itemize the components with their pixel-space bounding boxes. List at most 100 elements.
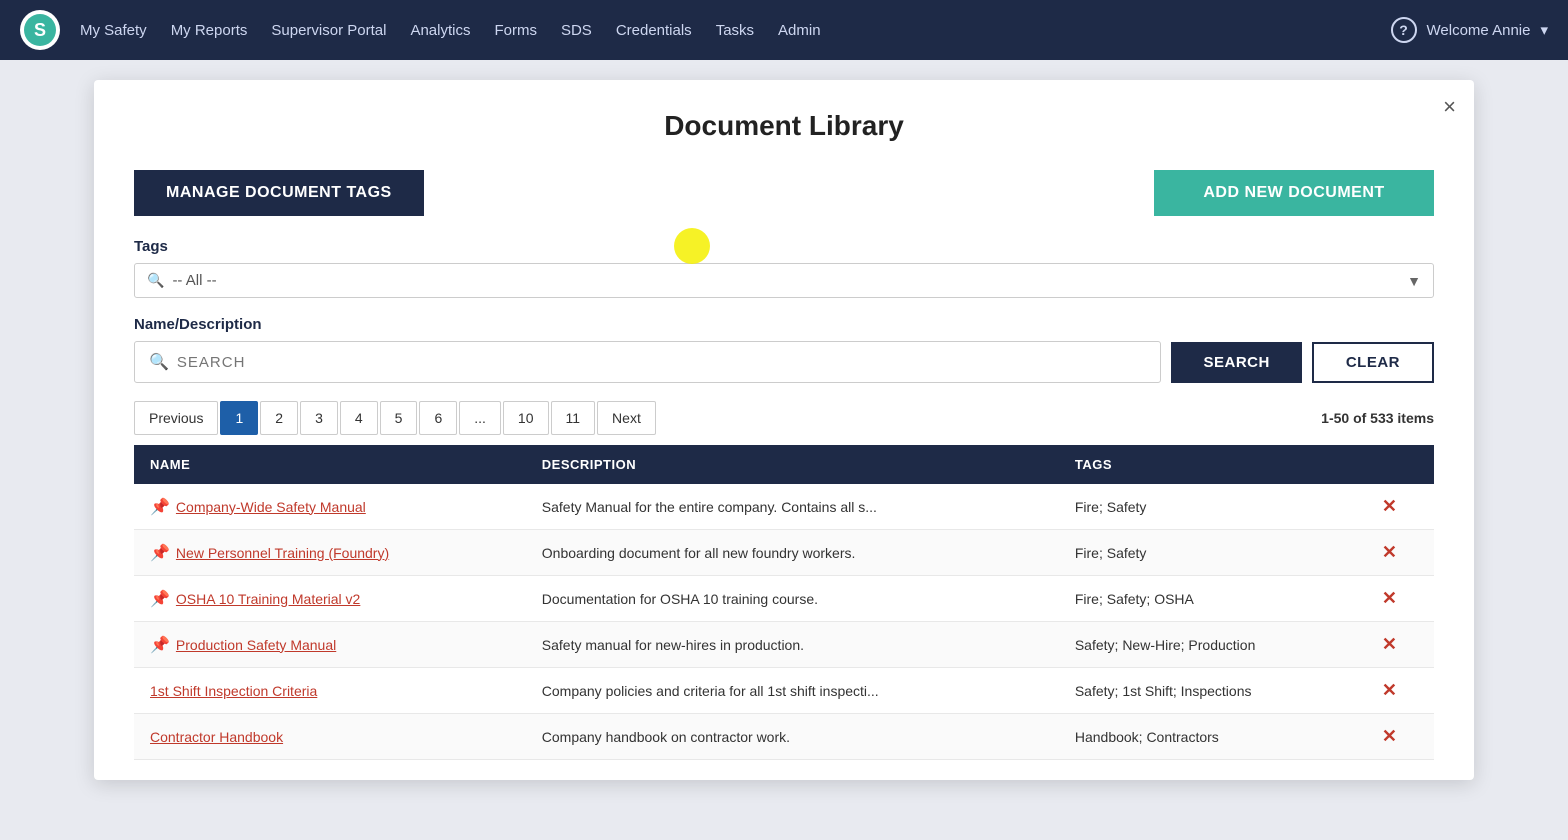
cell-delete: ✕ xyxy=(1366,484,1434,530)
clear-button[interactable]: CLEAR xyxy=(1312,342,1434,383)
document-name-link[interactable]: Contractor Handbook xyxy=(150,729,283,745)
table-header-row: NAME DESCRIPTION TAGS xyxy=(134,445,1434,484)
delete-document-button[interactable]: ✕ xyxy=(1382,634,1397,655)
pagination-page-11[interactable]: 11 xyxy=(551,401,596,435)
nav-my-reports[interactable]: My Reports xyxy=(171,22,248,39)
table-row: 📌OSHA 10 Training Material v2Documentati… xyxy=(134,576,1434,622)
table-row: Contractor Handbook Company handbook on c… xyxy=(134,714,1434,760)
nav-links: My Safety My Reports Supervisor Portal A… xyxy=(80,22,1391,39)
pagination-next[interactable]: Next xyxy=(597,401,656,435)
modal-close-button[interactable]: × xyxy=(1443,94,1456,120)
search-row: 🔍 SEARCH CLEAR xyxy=(134,341,1434,383)
table-row: 📌 Production Safety Manual Safety manual f… xyxy=(134,622,1434,668)
cell-description: Company handbook on contractor work. xyxy=(526,714,1059,760)
modal-title: Document Library xyxy=(134,110,1434,142)
nav-tasks[interactable]: Tasks xyxy=(716,22,754,39)
navigation: S My Safety My Reports Supervisor Portal… xyxy=(0,0,1568,60)
nav-forms[interactable]: Forms xyxy=(494,22,537,39)
pagination-page-10[interactable]: 10 xyxy=(503,401,549,435)
delete-document-button[interactable]: ✕ xyxy=(1382,542,1397,563)
user-dropdown-icon[interactable]: ▾ xyxy=(1540,21,1548,39)
pagination-page-2[interactable]: 2 xyxy=(260,401,298,435)
top-action-buttons: MANAGE DOCUMENT TAGS ADD NEW DOCUMENT xyxy=(134,170,1434,216)
cell-name: Contractor Handbook xyxy=(134,714,526,760)
pagination-page-1[interactable]: 1 xyxy=(220,401,258,435)
col-actions xyxy=(1366,445,1434,484)
cell-name: 📌 New Personnel Training (Foundry) xyxy=(134,530,526,576)
cell-tags: Handbook; Contractors xyxy=(1059,714,1366,760)
document-pin-icon: 📌 xyxy=(150,543,170,563)
nav-my-safety[interactable]: My Safety xyxy=(80,22,147,39)
tags-value: -- All -- xyxy=(172,272,1407,289)
col-description: DESCRIPTION xyxy=(526,445,1059,484)
cell-tags: Safety; New-Hire; Production xyxy=(1059,622,1366,668)
tags-dropdown[interactable]: 🔍 -- All -- ▼ xyxy=(134,263,1434,298)
cell-delete: ✕ xyxy=(1366,576,1434,622)
search-input-icon: 🔍 xyxy=(149,352,169,372)
cell-description: Company policies and criteria for all 1s… xyxy=(526,668,1059,714)
documents-table: NAME DESCRIPTION TAGS 📌 Company-Wide Safe… xyxy=(134,445,1434,760)
cell-delete: ✕ xyxy=(1366,714,1434,760)
nav-supervisor-portal[interactable]: Supervisor Portal xyxy=(271,22,386,39)
document-pin-icon: 📌 xyxy=(150,635,170,655)
tags-label: Tags xyxy=(134,238,1434,255)
document-pin-icon: 📌 xyxy=(150,589,170,609)
pagination-page-5[interactable]: 5 xyxy=(380,401,418,435)
document-name-link[interactable]: Company-Wide Safety Manual xyxy=(176,499,366,515)
delete-document-button[interactable]: ✕ xyxy=(1382,588,1397,609)
nav-admin[interactable]: Admin xyxy=(778,22,821,39)
items-count: 1-50 of 533 items xyxy=(1321,410,1434,426)
nav-credentials[interactable]: Credentials xyxy=(616,22,692,39)
cell-delete: ✕ xyxy=(1366,530,1434,576)
cell-tags: Fire; Safety xyxy=(1059,484,1366,530)
pagination-page-6[interactable]: 6 xyxy=(419,401,457,435)
cell-tags: Fire; Safety xyxy=(1059,530,1366,576)
tags-search-icon: 🔍 xyxy=(147,272,164,289)
nav-analytics[interactable]: Analytics xyxy=(410,22,470,39)
cell-name: 📌 OSHA 10 Training Material v2 xyxy=(134,576,526,622)
pagination-page-3[interactable]: 3 xyxy=(300,401,338,435)
pagination-row: Previous 1 2 3 4 5 6 ... 10 11 Next 1-50… xyxy=(134,401,1434,435)
cell-tags: Safety; 1st Shift; Inspections xyxy=(1059,668,1366,714)
col-name: NAME xyxy=(134,445,526,484)
pagination-prev[interactable]: Previous xyxy=(134,401,218,435)
backdrop: × Document Library MANAGE DOCUMENT TAGS … xyxy=(0,60,1568,840)
table-row: 📌 New Personnel Training (Foundry) Onboard… xyxy=(134,530,1434,576)
col-tags: TAGS xyxy=(1059,445,1366,484)
delete-document-button[interactable]: ✕ xyxy=(1382,680,1397,701)
delete-document-button[interactable]: ✕ xyxy=(1382,726,1397,747)
cell-name: 1st Shift Inspection Criteria xyxy=(134,668,526,714)
search-button[interactable]: SEARCH xyxy=(1171,342,1301,383)
pagination-page-4[interactable]: 4 xyxy=(340,401,378,435)
document-pin-icon: 📌 xyxy=(150,497,170,517)
tags-chevron-icon: ▼ xyxy=(1407,273,1421,289)
logo: S xyxy=(20,10,60,50)
add-new-document-button[interactable]: ADD NEW DOCUMENT xyxy=(1154,170,1434,216)
cell-description: Onboarding document for all new foundry … xyxy=(526,530,1059,576)
cell-name: 📌 Company-Wide Safety Manual xyxy=(134,484,526,530)
cell-description: Safety manual for new-hires in productio… xyxy=(526,622,1059,668)
document-name-link[interactable]: New Personnel Training (Foundry) xyxy=(176,545,389,561)
document-name-link[interactable]: Production Safety Manual xyxy=(176,637,336,653)
cell-description: Safety Manual for the entire company. Co… xyxy=(526,484,1059,530)
name-description-label: Name/Description xyxy=(134,316,1434,333)
pagination-ellipsis: ... xyxy=(459,401,501,435)
logo-letter: S xyxy=(24,14,56,46)
welcome-text: Welcome Annie xyxy=(1427,22,1531,39)
document-library-modal: × Document Library MANAGE DOCUMENT TAGS … xyxy=(94,80,1474,780)
nav-right: ? Welcome Annie ▾ xyxy=(1391,17,1548,43)
cell-delete: ✕ xyxy=(1366,668,1434,714)
manage-document-tags-button[interactable]: MANAGE DOCUMENT TAGS xyxy=(134,170,424,216)
search-input[interactable] xyxy=(177,354,1147,371)
table-row: 📌 Company-Wide Safety Manual Safety Manual… xyxy=(134,484,1434,530)
delete-document-button[interactable]: ✕ xyxy=(1382,496,1397,517)
cell-tags: Fire; Safety; OSHA xyxy=(1059,576,1366,622)
table-row: 1st Shift Inspection Criteria Company pol… xyxy=(134,668,1434,714)
document-name-link[interactable]: 1st Shift Inspection Criteria xyxy=(150,683,317,699)
cell-delete: ✕ xyxy=(1366,622,1434,668)
help-icon[interactable]: ? xyxy=(1391,17,1417,43)
pagination: Previous 1 2 3 4 5 6 ... 10 11 Next xyxy=(134,401,656,435)
document-name-link[interactable]: OSHA 10 Training Material v2 xyxy=(176,591,360,607)
cell-name: 📌 Production Safety Manual xyxy=(134,622,526,668)
nav-sds[interactable]: SDS xyxy=(561,22,592,39)
